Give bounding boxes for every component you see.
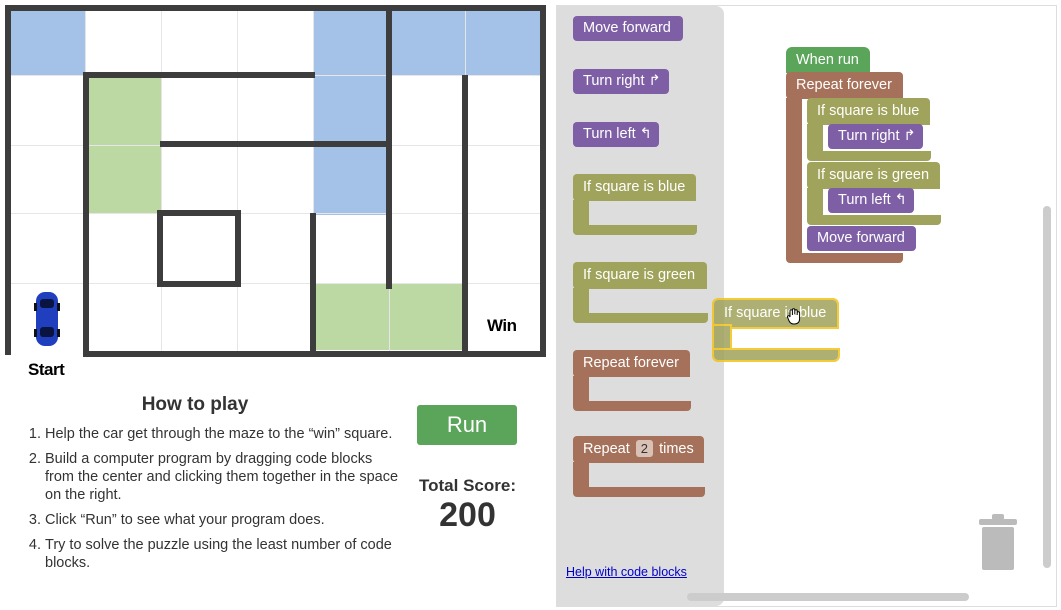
block-arm (573, 462, 589, 487)
block-label: Repeat forever (573, 350, 690, 377)
score-label: Total Score: (419, 476, 516, 495)
block-bottom (573, 401, 691, 411)
maze-cell-blue (314, 9, 390, 75)
block-arm (712, 324, 732, 352)
block-arm (786, 98, 802, 256)
help-code-blocks-link[interactable]: Help with code blocks (566, 565, 687, 579)
block-bottom (712, 348, 840, 362)
repeat-prefix: Repeat (583, 441, 630, 457)
instruction-step: Build a computer program by dragging cod… (45, 450, 405, 504)
instruction-step: Try to solve the puzzle using the least … (45, 536, 405, 572)
block-label: Repeat 2 times (573, 436, 704, 463)
program-turn-left-block[interactable]: Turn left ↰ (828, 188, 914, 213)
block-label: Repeat forever (786, 72, 903, 99)
when-run-block[interactable]: When run (786, 47, 870, 73)
maze-cell-blue (390, 9, 542, 75)
instruction-step: Help the car get through the maze to the… (45, 425, 405, 443)
block-bottom (786, 253, 903, 263)
toolbox-move-forward-block[interactable]: Move forward (573, 16, 683, 41)
run-button[interactable]: Run (417, 405, 517, 445)
block-arm (807, 188, 823, 216)
block-bottom (573, 313, 708, 323)
win-label: Win (487, 316, 517, 335)
block-label: If square is blue (712, 298, 839, 329)
vertical-scrollbar[interactable] (1043, 206, 1051, 568)
grab-cursor-icon (787, 308, 801, 325)
maze-cell-blue (9, 9, 85, 75)
block-label: If square is blue (573, 174, 696, 201)
block-bottom (573, 487, 705, 497)
instructions-list: Help the car get through the maze to the… (24, 425, 405, 579)
maze-board: Win (5, 5, 546, 357)
horizontal-scrollbar[interactable] (687, 593, 969, 601)
code-workspace[interactable]: Move forward Turn right ↱ Turn left ↰ If… (556, 5, 1057, 607)
block-arm (573, 376, 589, 401)
repeat-suffix: times (659, 441, 694, 457)
block-bottom (573, 225, 697, 235)
block-bottom (807, 151, 931, 161)
instruction-step: Click “Run” to see what your program doe… (45, 511, 405, 529)
score-value: 200 (439, 496, 496, 534)
trash-icon[interactable] (977, 514, 1019, 570)
block-label: If square is green (807, 162, 940, 189)
toolbox-turn-right-block[interactable]: Turn right ↱ (573, 69, 669, 94)
toolbox-turn-left-block[interactable]: Turn left ↰ (573, 122, 659, 147)
block-bottom (807, 215, 941, 225)
program-move-forward-block[interactable]: Move forward (807, 226, 916, 251)
block-arm (807, 124, 823, 152)
block-label: If square is blue (807, 98, 930, 125)
block-arm (573, 288, 589, 313)
repeat-count-field[interactable]: 2 (635, 440, 654, 457)
program-turn-right-block[interactable]: Turn right ↱ (828, 124, 923, 149)
start-label: Start (28, 360, 65, 379)
block-label: If square is green (573, 262, 707, 289)
how-to-play-title: How to play (141, 394, 249, 415)
car-icon (34, 292, 60, 346)
block-arm (573, 200, 589, 225)
